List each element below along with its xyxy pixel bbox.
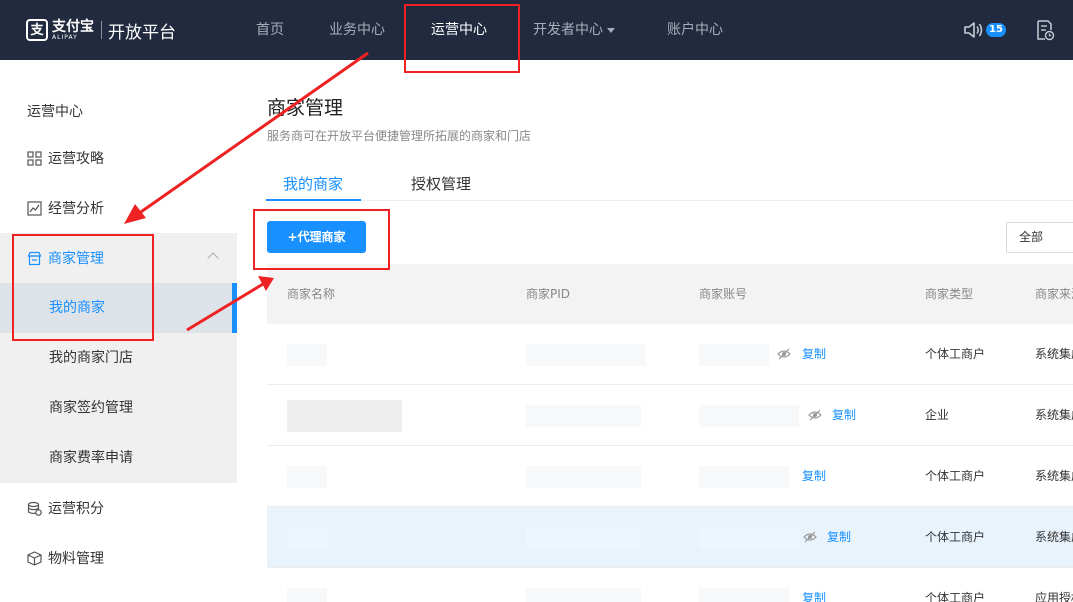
table-row: 复制 个体工商户 系统集成 xyxy=(267,507,1073,568)
table-row: 复制 个体工商户 系统集成 xyxy=(267,324,1073,385)
merchant-type: 个体工商户 xyxy=(925,591,986,602)
nav-developer-center[interactable]: 开发者中心 xyxy=(533,0,615,60)
table-row: 复制 个体工商户 应用授权 xyxy=(267,568,1073,602)
column-header-merchant-account: 商家账号 xyxy=(699,287,748,301)
redacted-merchant-pid xyxy=(526,405,641,427)
redacted-merchant-pid xyxy=(526,588,641,602)
brand-platform-title: 开放平台 xyxy=(108,22,176,43)
page: 支 支付宝 ALIPAY 开放平台 首页 业务中心 运营中心 开发者中心 账户中… xyxy=(0,0,1073,602)
hidden-eye-icon[interactable] xyxy=(803,531,817,543)
redacted-merchant-pid xyxy=(526,344,646,366)
sidebar-heading: 运营中心 xyxy=(27,104,83,120)
sidebar-subitem-merchant-contracts[interactable]: 商家签约管理 xyxy=(0,383,237,433)
brand-alipay-cn: 支付宝 xyxy=(52,18,94,35)
merchant-source: 系统集成 xyxy=(1035,347,1073,361)
coins-icon xyxy=(26,500,42,516)
alipay-logo-icon: 支 xyxy=(26,19,48,41)
merchant-type: 个体工商户 xyxy=(925,530,986,544)
redacted-merchant-name xyxy=(287,400,402,432)
redacted-merchant-account xyxy=(699,344,769,366)
active-tab-indicator xyxy=(266,199,361,201)
tab-my-merchants[interactable]: 我的商家 xyxy=(283,173,343,194)
redacted-merchant-name xyxy=(287,344,327,366)
page-subtitle: 服务商可在开放平台便捷管理所拓展的商家和门店 xyxy=(267,129,532,143)
table-row: 复制 企业 系统集成 xyxy=(267,385,1073,446)
brand-alipay-en: ALIPAY xyxy=(52,33,78,41)
annotation-box-operations-center xyxy=(404,4,520,73)
table-header: 商家名称 商家PID 商家账号 商家类型 商家来源 xyxy=(267,264,1073,324)
tab-authorization-management[interactable]: 授权管理 xyxy=(411,173,471,194)
sidebar-item-label: 运营攻略 xyxy=(48,151,104,167)
redacted-merchant-account xyxy=(699,405,799,427)
copy-account-button[interactable]: 复制 xyxy=(802,324,826,385)
nav-developer-center-label: 开发者中心 xyxy=(533,22,603,38)
column-header-merchant-type: 商家类型 xyxy=(925,287,974,301)
caret-down-icon xyxy=(607,27,615,33)
main-content: 商家管理 服务商可在开放平台便捷管理所拓展的商家和门店 我的商家 授权管理 +代… xyxy=(237,60,1073,602)
sidebar-item-materials-management[interactable]: 物料管理 xyxy=(0,533,237,583)
nav-account-center[interactable]: 账户中心 xyxy=(667,0,723,60)
redacted-merchant-account xyxy=(699,466,789,488)
document-clock-icon[interactable] xyxy=(1035,19,1055,41)
hidden-eye-icon[interactable] xyxy=(777,348,791,360)
merchant-type: 企业 xyxy=(925,408,950,422)
annotation-box-merchant-management xyxy=(12,234,154,341)
copy-account-button[interactable]: 复制 xyxy=(802,446,826,507)
sidebar-item-business-analysis[interactable]: 经营分析 xyxy=(0,183,237,233)
sidebar-item-label: 运营积分 xyxy=(48,501,104,517)
redacted-merchant-pid xyxy=(526,527,641,549)
copy-account-button[interactable]: 复制 xyxy=(802,568,826,602)
sidebar-item-label: 物料管理 xyxy=(48,551,104,567)
sidebar-item-operations-guide[interactable]: 运营攻略 xyxy=(0,133,237,183)
copy-account-button[interactable]: 复制 xyxy=(832,385,856,446)
redacted-merchant-account xyxy=(699,588,789,602)
sidebar-item-operation-points[interactable]: 运营积分 xyxy=(0,483,237,533)
column-header-merchant-name: 商家名称 xyxy=(287,287,336,301)
annotation-box-add-merchant xyxy=(253,209,390,270)
merchant-type: 个体工商户 xyxy=(925,347,986,361)
redacted-merchant-name xyxy=(287,466,327,488)
merchant-source: 系统集成 xyxy=(1035,530,1073,544)
redacted-merchant-pid xyxy=(526,466,641,488)
grid-icon xyxy=(26,150,42,166)
column-header-merchant-pid: 商家PID xyxy=(526,287,571,301)
speaker-icon[interactable] xyxy=(963,20,985,40)
brand-divider xyxy=(101,21,102,39)
redacted-merchant-name xyxy=(287,588,327,602)
chart-icon xyxy=(26,200,42,216)
merchant-source: 应用授权 xyxy=(1035,591,1073,602)
copy-account-button[interactable]: 复制 xyxy=(827,507,851,568)
merchant-source: 系统集成 xyxy=(1035,408,1073,422)
chevron-up-icon xyxy=(207,252,219,264)
redacted-merchant-account xyxy=(699,527,799,549)
merchant-source: 系统集成 xyxy=(1035,469,1073,483)
sidebar-subitem-merchant-rate-application[interactable]: 商家费率申请 xyxy=(0,433,237,483)
nav-business-center[interactable]: 业务中心 xyxy=(329,0,385,60)
box-icon xyxy=(26,550,42,566)
notification-count-badge: 15 xyxy=(986,23,1006,37)
table-row: 复制 个体工商户 系统集成 xyxy=(267,446,1073,507)
tab-divider xyxy=(267,200,1073,201)
redacted-merchant-name xyxy=(287,527,327,549)
page-title: 商家管理 xyxy=(267,97,344,119)
merchant-type: 个体工商户 xyxy=(925,469,986,483)
sidebar-item-label: 经营分析 xyxy=(48,201,104,217)
hidden-eye-icon[interactable] xyxy=(808,409,822,421)
nav-home[interactable]: 首页 xyxy=(256,0,284,60)
merchant-filter-select[interactable]: 全部 xyxy=(1006,222,1073,253)
brand-logo[interactable]: 支 支付宝 ALIPAY 开放平台 xyxy=(26,17,176,43)
top-navigation-bar: 支 支付宝 ALIPAY 开放平台 首页 业务中心 运营中心 开发者中心 账户中… xyxy=(0,0,1073,60)
column-header-merchant-source: 商家来源 xyxy=(1035,287,1073,301)
